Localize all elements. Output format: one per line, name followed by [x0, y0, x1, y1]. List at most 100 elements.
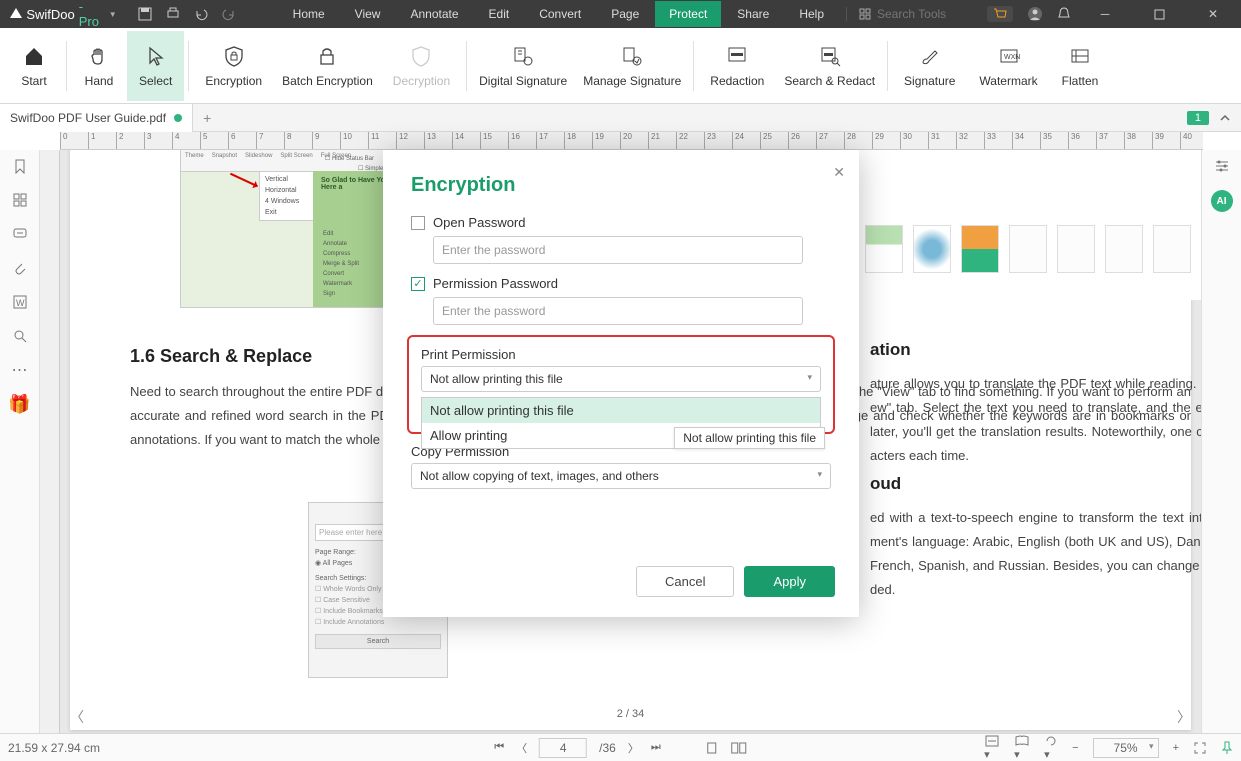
open-password-label: Open Password	[433, 215, 526, 230]
flatten-button[interactable]: Flatten	[1050, 31, 1111, 101]
menu-page[interactable]: Page	[597, 1, 653, 27]
titlebar: SwifDoo-Pro ▼ Home View Annotate Edit Co…	[0, 0, 1241, 28]
thumbnail-strip	[861, 150, 1201, 300]
open-password-checkbox[interactable]	[411, 216, 425, 230]
apply-button[interactable]: Apply	[744, 566, 835, 597]
prev-page-arrow[interactable]: 〈	[70, 707, 84, 727]
search-tools[interactable]	[846, 7, 987, 21]
manage-signature-button[interactable]: Manage Signature	[575, 31, 689, 101]
pin-icon[interactable]	[1221, 741, 1233, 755]
app-pro: -Pro	[79, 0, 101, 29]
search-icon[interactable]	[10, 326, 30, 346]
print-permission-dropdown[interactable]: Not allow printing this file	[421, 366, 821, 392]
redo-icon[interactable]	[221, 6, 237, 22]
digital-signature-button[interactable]: Digital Signature	[471, 31, 575, 101]
app-menu-dropdown-icon[interactable]: ▼	[109, 10, 117, 19]
start-button[interactable]: Start	[6, 31, 62, 101]
search-redact-button[interactable]: Search & Redact	[776, 31, 883, 101]
page-navigation: ⏮ 〈 4 /36 〉 ⏭	[494, 738, 747, 758]
app-logo[interactable]: SwifDoo-Pro ▼	[0, 0, 125, 29]
menu-view[interactable]: View	[341, 1, 395, 27]
add-tab-button[interactable]: +	[193, 110, 221, 126]
modal-title: Encryption	[411, 174, 831, 197]
shield-unlock-icon	[409, 44, 433, 68]
digital-sign-icon	[511, 44, 535, 68]
layers-icon[interactable]: ⋯	[10, 360, 30, 380]
menu-help[interactable]: Help	[785, 1, 838, 27]
watermark-button[interactable]: WXN Watermark	[967, 31, 1049, 101]
next-page-arrow[interactable]: 〉	[1177, 707, 1191, 727]
cursor-icon	[144, 44, 168, 68]
cart-icon[interactable]	[987, 6, 1013, 22]
redaction-button[interactable]: Redaction	[698, 31, 776, 101]
last-page-icon[interactable]: ⏭	[651, 741, 661, 754]
read-mode-icon[interactable]: ▾	[1014, 734, 1030, 761]
print-permission-label: Print Permission	[421, 347, 821, 362]
hand-button[interactable]: Hand	[71, 31, 127, 101]
gift-icon[interactable]: 🎁	[10, 394, 30, 414]
menu-home[interactable]: Home	[279, 1, 339, 27]
collapse-ribbon-icon[interactable]	[1213, 112, 1237, 124]
modal-close-icon[interactable]: ✕	[833, 164, 845, 181]
save-icon[interactable]	[137, 6, 153, 22]
signature-button[interactable]: Signature	[892, 31, 967, 101]
menu-annotate[interactable]: Annotate	[396, 1, 472, 27]
embedded-screenshot-left: Theme Snapshot Slideshow Split Screen Fu…	[180, 150, 405, 308]
copy-permission-dropdown[interactable]: Not allow copying of text, images, and o…	[411, 463, 831, 489]
open-password-input[interactable]: Enter the password	[433, 236, 803, 264]
modified-indicator	[174, 114, 182, 122]
main-menu: Home View Annotate Edit Convert Page Pro…	[279, 1, 838, 27]
minimize-button[interactable]: ─	[1085, 0, 1125, 28]
attachments-icon[interactable]	[10, 258, 30, 278]
menu-convert[interactable]: Convert	[525, 1, 595, 27]
menu-edit[interactable]: Edit	[475, 1, 524, 27]
close-button[interactable]: ✕	[1193, 0, 1233, 28]
section-title: 1.6 Search & Replace	[130, 346, 312, 367]
fit-width-icon[interactable]: ▾	[984, 734, 1000, 761]
ai-badge[interactable]: AI	[1211, 190, 1233, 212]
first-page-icon[interactable]: ⏮	[494, 741, 504, 754]
permission-password-checkbox[interactable]: ✓	[411, 277, 425, 291]
select-button[interactable]: Select	[127, 31, 184, 101]
undo-icon[interactable]	[193, 6, 209, 22]
print-option-not-allow[interactable]: Not allow printing this file	[422, 398, 820, 423]
settings-icon[interactable]	[1212, 156, 1232, 176]
print-permission-highlight: Print Permission Not allow printing this…	[407, 335, 835, 434]
view-facing-icon[interactable]	[731, 741, 747, 755]
body-text-right2: ed with a text-to-speech engine to trans…	[870, 506, 1201, 602]
zoom-out-icon[interactable]: −	[1072, 742, 1078, 754]
pen-icon	[918, 44, 942, 68]
decryption-button: Decryption	[381, 31, 462, 101]
permission-password-input[interactable]: Enter the password	[433, 297, 803, 325]
body-text-right1: ature allows you to translate the PDF te…	[870, 372, 1201, 468]
menu-protect[interactable]: Protect	[655, 1, 721, 27]
zoom-level[interactable]: 75%	[1093, 738, 1159, 758]
page-total: /36	[599, 741, 616, 755]
manage-sign-icon	[620, 44, 644, 68]
bell-icon[interactable]	[1057, 7, 1071, 21]
maximize-button[interactable]	[1139, 0, 1179, 28]
page-input[interactable]: 4	[539, 738, 587, 758]
rotate-icon[interactable]: ▾	[1044, 734, 1058, 761]
left-sidebar: W ⋯ 🎁	[0, 150, 40, 733]
print-icon[interactable]	[165, 6, 181, 22]
encryption-button[interactable]: Encryption	[193, 31, 274, 101]
document-tab[interactable]: SwifDoo PDF User Guide.pdf	[0, 104, 193, 132]
comments-icon[interactable]	[10, 224, 30, 244]
menu-share[interactable]: Share	[723, 1, 783, 27]
view-single-icon[interactable]	[705, 741, 719, 755]
page-badge[interactable]: 1	[1187, 111, 1209, 125]
thumbnails-icon[interactable]	[10, 190, 30, 210]
user-icon[interactable]	[1027, 6, 1043, 22]
bookmark-icon[interactable]	[10, 156, 30, 176]
fullscreen-icon[interactable]	[1193, 741, 1207, 755]
search-redact-icon	[818, 44, 842, 68]
cancel-button[interactable]: Cancel	[636, 566, 734, 597]
word-icon[interactable]: W	[10, 292, 30, 312]
prev-page-icon[interactable]: 〈	[516, 740, 527, 756]
statusbar: 21.59 x 27.94 cm ⏮ 〈 4 /36 〉 ⏭ ▾ ▾ ▾ − 7…	[0, 733, 1241, 761]
zoom-in-icon[interactable]: +	[1173, 742, 1179, 754]
search-tools-input[interactable]	[877, 7, 987, 21]
batch-encryption-button[interactable]: Batch Encryption	[274, 31, 381, 101]
next-page-icon[interactable]: 〉	[628, 740, 639, 756]
